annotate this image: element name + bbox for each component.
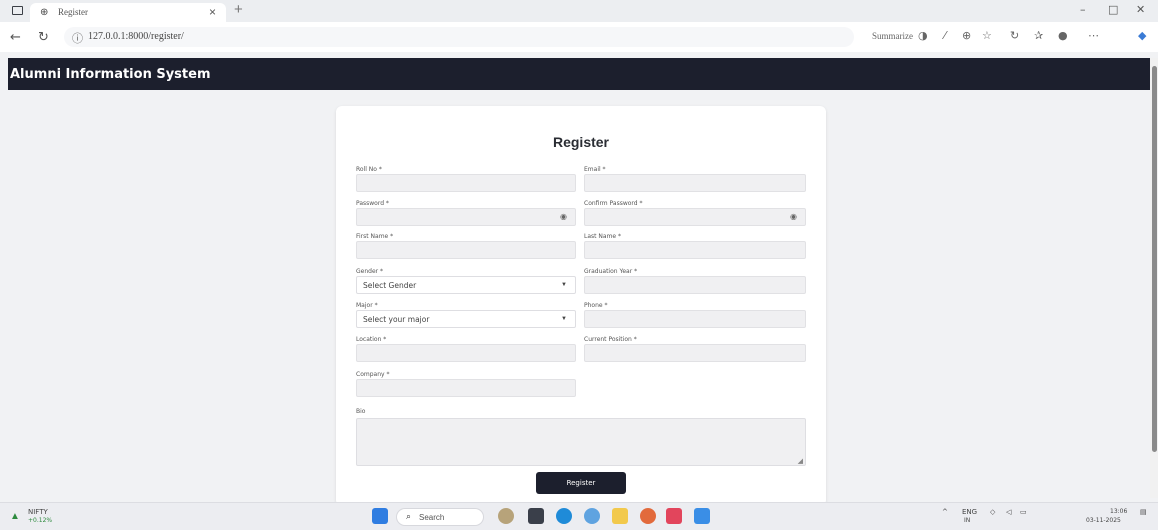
window-menu-icon[interactable] <box>12 6 23 15</box>
task-view-icon[interactable] <box>528 508 544 524</box>
summarize-icon[interactable]: ◑ <box>918 29 928 42</box>
last-name-field[interactable] <box>584 241 806 259</box>
close-window-icon[interactable]: ✕ <box>1136 3 1145 16</box>
graduation-year-field[interactable] <box>584 276 806 294</box>
location-label: Location * <box>356 336 387 343</box>
current-position-field[interactable] <box>584 344 806 362</box>
reload-icon[interactable]: ↻ <box>38 30 49 45</box>
screen: ⊕ Register × + – □ ✕ ← ↻ ⓘ 127.0.0.1:800… <box>0 0 1158 530</box>
start-windows-icon[interactable] <box>372 508 388 524</box>
show-confirm-password-icon[interactable]: ◉ <box>790 212 797 221</box>
wifi-icon[interactable]: ◇ <box>990 508 995 516</box>
edge-browser-icon[interactable] <box>556 508 572 524</box>
language-label[interactable]: ENG <box>962 508 977 516</box>
widget-icon[interactable] <box>498 508 514 524</box>
bio-textarea[interactable]: ◢ <box>356 418 806 466</box>
gender-label: Gender * <box>356 268 384 275</box>
company-label: Company * <box>356 371 390 378</box>
bio-label: Bio <box>356 408 366 415</box>
taskbar-search[interactable]: ⌕ Search <box>396 508 484 526</box>
phone-label: Phone * <box>584 302 608 309</box>
more-menu-icon[interactable]: ⋯ <box>1088 29 1099 42</box>
browser-tab-strip: ⊕ Register × + – □ ✕ <box>0 0 1158 22</box>
password-label: Password * <box>356 200 389 207</box>
last-name-label: Last Name * <box>584 233 622 240</box>
scrollbar-thumb[interactable] <box>1152 66 1157 452</box>
nifty-label[interactable]: NIFTY <box>28 508 48 516</box>
confirm-password-label: Confirm Password * <box>584 200 643 207</box>
taskbar-search-label: Search <box>419 513 445 522</box>
major-select[interactable]: Select your major ▼ <box>356 310 576 328</box>
chevron-down-icon: ▼ <box>561 282 567 288</box>
register-form-card: Register Roll No * Email * Password * ◉ … <box>336 106 826 506</box>
tab-title: Register <box>58 7 88 17</box>
address-bar[interactable]: ⓘ 127.0.0.1:8000/register/ <box>64 27 854 47</box>
refresh-page-icon[interactable]: ↻ <box>1010 29 1019 42</box>
minimize-icon[interactable]: – <box>1080 3 1086 16</box>
nifty-change: +0.12% <box>28 517 53 524</box>
email-field[interactable] <box>584 174 806 192</box>
url-text: 127.0.0.1:8000/register/ <box>88 31 184 42</box>
chevron-down-icon: ▼ <box>561 316 567 322</box>
new-tab-icon[interactable]: + <box>234 1 243 18</box>
browser-toolbar: ← ↻ ⓘ 127.0.0.1:8000/register/ Summarize… <box>0 22 1158 52</box>
form-title: Register <box>552 134 610 150</box>
chrome-icon[interactable] <box>640 508 656 524</box>
summarize-button[interactable]: Summarize <box>872 31 913 41</box>
file-explorer-icon[interactable] <box>612 508 628 524</box>
browser-tab[interactable]: ⊕ Register × <box>30 3 226 22</box>
brave-icon[interactable] <box>666 508 682 524</box>
resize-grip-icon[interactable]: ◢ <box>798 457 803 465</box>
graduation-year-label: Graduation Year * <box>584 268 638 275</box>
roll-no-field[interactable] <box>356 174 576 192</box>
battery-icon[interactable]: ▭ <box>1020 508 1027 516</box>
current-position-label: Current Position * <box>584 336 637 343</box>
notification-icon[interactable]: ▤ <box>1140 508 1147 516</box>
app-title: Alumni Information System <box>10 67 211 82</box>
vscode-icon[interactable] <box>694 508 710 524</box>
favorites-icon[interactable]: ✰ <box>1034 29 1043 42</box>
search-icon: ⌕ <box>406 512 412 522</box>
region-label: IN <box>964 517 971 524</box>
password-field[interactable]: ◉ <box>356 208 576 226</box>
favorite-star-icon[interactable]: ☆ <box>982 29 992 42</box>
read-aloud-icon[interactable]: ⁄ <box>944 29 946 42</box>
gender-selected-value: Select Gender <box>363 281 417 290</box>
first-name-field[interactable] <box>356 241 576 259</box>
show-password-icon[interactable]: ◉ <box>560 212 567 221</box>
tab-close-icon[interactable]: × <box>209 5 216 19</box>
phone-field[interactable] <box>584 310 806 328</box>
volume-icon[interactable]: ◁ <box>1006 508 1011 516</box>
register-button[interactable]: Register <box>536 472 626 494</box>
taskbar: ▲ NIFTY +0.12% ⌕ Search ^ ENG IN ◇ ◁ ▭ 1… <box>0 502 1158 530</box>
profile-icon[interactable]: ● <box>1058 29 1068 42</box>
tab-favicon-icon: ⊕ <box>40 7 49 18</box>
tray-overflow-icon[interactable]: ^ <box>942 508 948 516</box>
location-field[interactable] <box>356 344 576 362</box>
confirm-password-field[interactable]: ◉ <box>584 208 806 226</box>
clock-date[interactable]: 03-11-2025 <box>1086 517 1121 524</box>
gender-select[interactable]: Select Gender ▼ <box>356 276 576 294</box>
maximize-icon[interactable]: □ <box>1108 3 1118 16</box>
first-name-label: First Name * <box>356 233 394 240</box>
copilot-icon[interactable]: ◆ <box>1138 29 1146 42</box>
app-header: Alumni Information System <box>8 58 1150 90</box>
company-field[interactable] <box>356 379 576 397</box>
back-icon[interactable]: ← <box>10 30 21 45</box>
major-label: Major * <box>356 302 378 309</box>
roll-no-label: Roll No * <box>356 166 382 173</box>
major-selected-value: Select your major <box>363 315 430 324</box>
email-label: Email * <box>584 166 606 173</box>
site-info-icon[interactable]: ⓘ <box>72 30 83 46</box>
stock-chart-icon[interactable]: ▲ <box>10 511 20 522</box>
clock-time[interactable]: 13:06 <box>1110 508 1127 515</box>
zoom-icon[interactable]: ⊕ <box>962 29 971 42</box>
copilot-app-icon[interactable] <box>584 508 600 524</box>
